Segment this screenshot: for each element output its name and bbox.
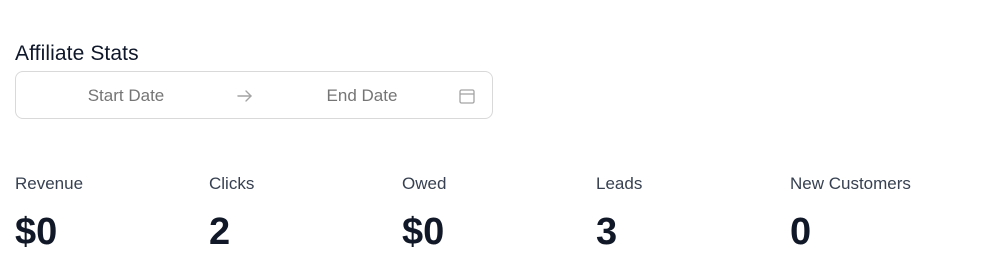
stat-leads: Leads 3	[596, 172, 786, 254]
stat-label: Clicks	[209, 174, 255, 193]
stat-value: 3	[596, 211, 618, 253]
stat-label: Leads	[596, 174, 643, 193]
stat-value: 0	[790, 211, 812, 253]
stat-owed: Owed $0	[402, 172, 592, 254]
calendar-icon[interactable]	[458, 87, 476, 105]
stat-revenue: Revenue $0	[15, 172, 205, 254]
arrow-right-icon	[236, 87, 254, 105]
date-range-picker[interactable]	[15, 71, 493, 119]
end-date-input[interactable]	[292, 85, 432, 107]
stat-value: 2	[209, 211, 231, 253]
start-date-input[interactable]	[56, 85, 196, 107]
stat-value: $0	[402, 211, 445, 253]
stat-value: $0	[15, 211, 58, 253]
stat-label: Owed	[402, 174, 447, 193]
stat-new-customers: New Customers 0	[790, 172, 980, 254]
stat-clicks: Clicks 2	[209, 172, 399, 254]
stat-label: New Customers	[790, 174, 911, 193]
stat-label: Revenue	[15, 174, 84, 193]
page-title: Affiliate Stats	[15, 42, 139, 65]
